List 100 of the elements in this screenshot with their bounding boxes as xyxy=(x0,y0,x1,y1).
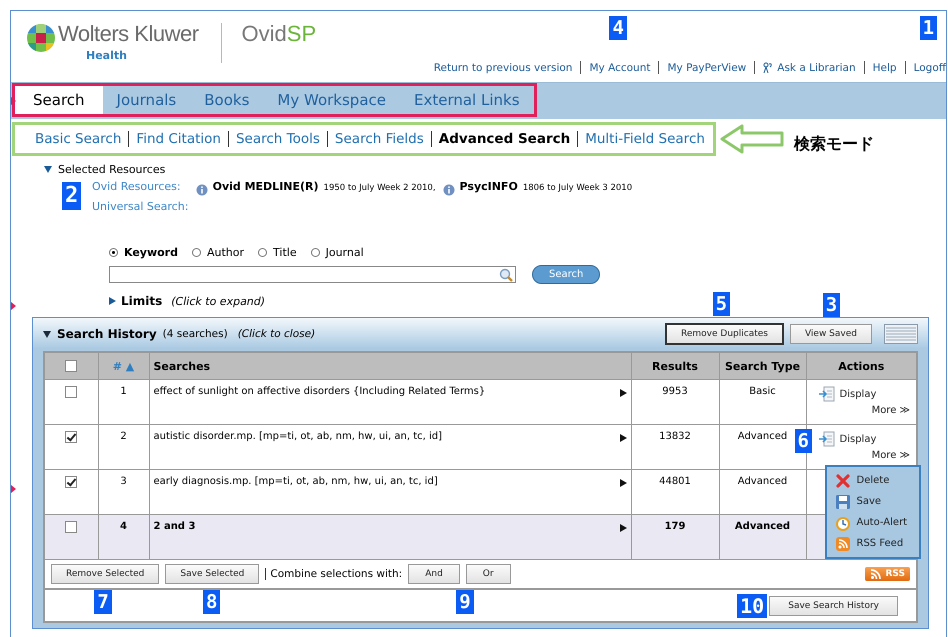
radio-label: Journal xyxy=(326,246,364,259)
callout-number: 4 xyxy=(609,16,627,40)
header-link[interactable]: My PayPerView xyxy=(667,62,746,74)
callout-number: 6 xyxy=(794,429,812,453)
search-mode-link[interactable]: Basic Search xyxy=(35,131,122,147)
search-type: Advanced xyxy=(734,521,790,532)
expand-arrow-icon[interactable] xyxy=(620,389,626,397)
product-suffix: SP xyxy=(286,21,316,47)
search-type: Advanced xyxy=(738,476,788,487)
result-count: 13832 xyxy=(659,431,691,442)
search-number: 4 xyxy=(120,521,127,532)
callout-number: 3 xyxy=(822,293,840,317)
radio-button[interactable] xyxy=(310,248,320,257)
radio-button[interactable] xyxy=(109,248,118,257)
rss-icon xyxy=(870,568,882,580)
search-type: Advanced xyxy=(738,431,788,442)
search-mode-link[interactable]: Search Fields xyxy=(334,131,424,147)
pointer-icon xyxy=(11,484,16,494)
search-mode-link[interactable]: Search Tools xyxy=(236,131,320,147)
search-icon xyxy=(499,268,513,282)
combine-button[interactable]: Or xyxy=(466,564,511,584)
menu-item[interactable]: Delete xyxy=(856,475,890,486)
collapse-icon xyxy=(44,166,52,173)
division-name: Health xyxy=(86,49,128,62)
display-link[interactable]: Display xyxy=(840,388,876,400)
radio-button[interactable] xyxy=(192,248,201,257)
select-all-checkbox[interactable] xyxy=(65,360,78,372)
nav-tab[interactable]: External Links xyxy=(400,86,534,114)
database-name[interactable]: Ovid MEDLINE(R) xyxy=(212,180,319,193)
list-view-icon[interactable] xyxy=(884,324,918,344)
header-link[interactable]: Return to previous version xyxy=(434,62,572,74)
rss-icon xyxy=(834,536,850,552)
menu-item[interactable]: Save xyxy=(856,496,882,507)
result-count: 179 xyxy=(664,521,686,532)
database-coverage: 1950 to July Week 2 2010, xyxy=(324,183,436,193)
search-type: Basic xyxy=(749,386,776,397)
search-query: effect of sunlight on affective disorders {Including Related Terms} xyxy=(154,386,486,397)
row-checkbox[interactable] xyxy=(65,431,78,443)
column-header: Search Type xyxy=(724,360,800,372)
result-count: 44801 xyxy=(659,476,691,487)
info-icon[interactable] xyxy=(196,184,208,196)
section-title[interactable]: Search History xyxy=(57,327,157,341)
row-checkbox[interactable] xyxy=(65,386,78,398)
combine-button[interactable]: And xyxy=(408,564,460,584)
search-mode-link[interactable]: Find Citation xyxy=(136,131,221,147)
header-link[interactable]: Logoff xyxy=(914,62,946,74)
row-checkbox[interactable] xyxy=(65,476,78,488)
expand-arrow-icon[interactable] xyxy=(620,434,626,442)
save-history-button[interactable]: Save Search History xyxy=(769,596,898,616)
result-count: 9953 xyxy=(662,386,688,397)
search-field[interactable] xyxy=(109,266,516,283)
collapse-icon xyxy=(43,330,51,338)
more-link[interactable]: More ≫ xyxy=(872,450,910,461)
search-number: 1 xyxy=(120,386,127,397)
pointer-icon xyxy=(11,301,16,311)
nav-tab[interactable]: My Workspace xyxy=(263,86,400,114)
arrow-icon xyxy=(720,124,784,154)
row-checkbox[interactable] xyxy=(65,521,78,533)
librarian-icon xyxy=(763,62,774,74)
nav-tab[interactable]: Books xyxy=(190,86,264,114)
history-button[interactable]: View Saved xyxy=(790,324,872,344)
search-count: (4 searches) xyxy=(162,328,228,340)
nav-tab[interactable]: Search xyxy=(15,86,103,114)
header-link[interactable]: My Account xyxy=(589,62,650,74)
resource-label: Ovid Resources: xyxy=(92,180,181,193)
callout-number: 9 xyxy=(456,590,474,614)
expand-arrow-icon[interactable] xyxy=(620,524,626,532)
display-link[interactable]: Display xyxy=(840,434,876,444)
callout-number: 10 xyxy=(737,594,768,618)
callout-number: 8 xyxy=(202,590,220,614)
search-query: 2 and 3 xyxy=(154,521,196,532)
header-link[interactable]: Help xyxy=(872,62,897,74)
menu-item[interactable]: Auto-Alert xyxy=(856,517,908,528)
search-mode-link[interactable]: Advanced Search xyxy=(438,131,570,147)
history-button[interactable]: Remove Duplicates xyxy=(665,323,784,345)
search-query: autistic disorder.mp. [mp=ti, ot, ab, nm, hw, ui, an, tc, id] xyxy=(154,431,442,442)
search-number: 3 xyxy=(120,476,127,487)
database-name[interactable]: PsycINFO xyxy=(460,180,518,193)
expand-arrow-icon[interactable] xyxy=(620,479,626,487)
radio-button[interactable] xyxy=(258,248,268,257)
callout-number: 1 xyxy=(920,16,938,40)
database-coverage: 1806 to July Week 3 2010 xyxy=(522,183,632,193)
header-link[interactable]: Ask a Librarian xyxy=(777,62,856,74)
radio-label: Author xyxy=(206,246,244,259)
more-link[interactable]: More ≫ xyxy=(872,405,910,416)
callout-number: 5 xyxy=(712,292,730,316)
search-mode-link[interactable]: Multi-Field Search xyxy=(585,131,705,147)
nav-tab[interactable]: Journals xyxy=(102,86,190,114)
history-action-button[interactable]: Save Selected xyxy=(165,564,260,584)
limits-toggle[interactable]: Limits xyxy=(121,294,162,308)
history-action-button[interactable]: Remove Selected xyxy=(51,564,160,584)
column-header: Actions xyxy=(838,360,884,372)
info-icon[interactable] xyxy=(442,184,455,196)
callout-number: 7 xyxy=(94,590,112,614)
search-query: early diagnosis.mp. [mp=ti, ot, ab, nm, hw, ui, an, tc, id] xyxy=(154,476,438,487)
menu-item[interactable]: RSS Feed xyxy=(856,538,904,549)
radio-label: Keyword xyxy=(124,246,178,259)
column-header: Searches xyxy=(154,360,210,372)
search-number: 2 xyxy=(120,431,127,442)
expand-icon xyxy=(109,297,116,305)
